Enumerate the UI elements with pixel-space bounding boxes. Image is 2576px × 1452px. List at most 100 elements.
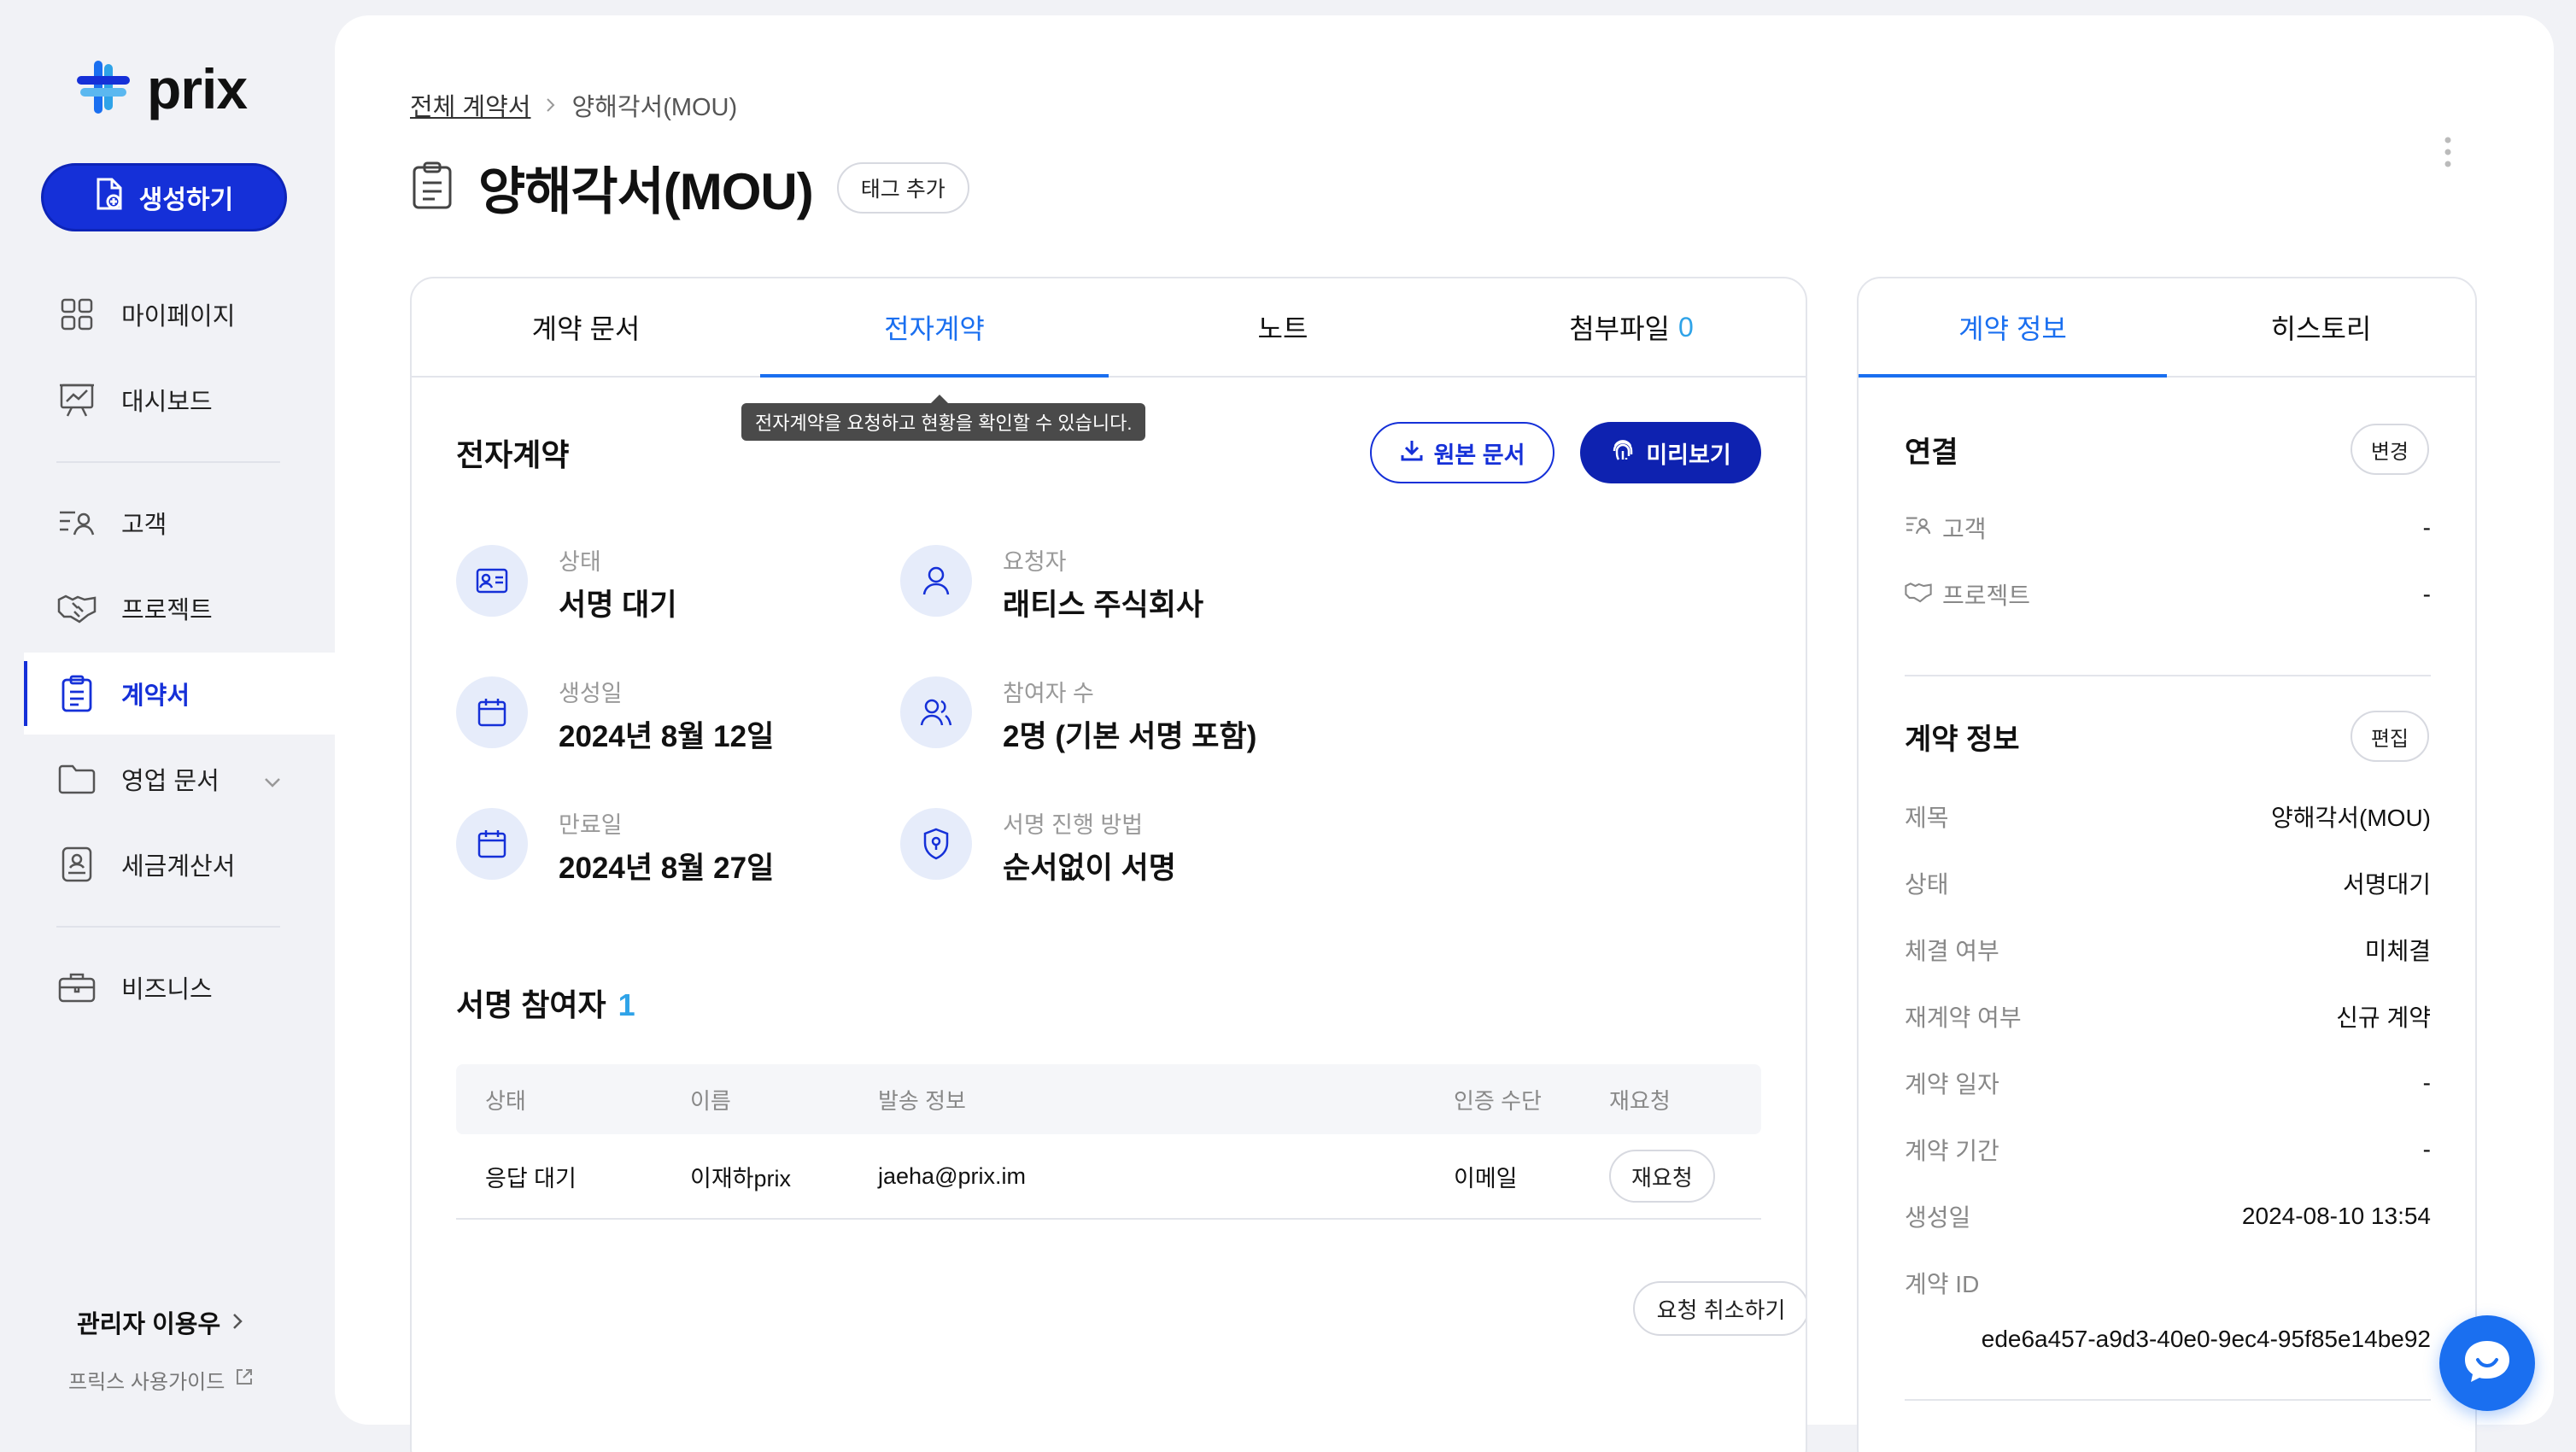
status-value: 서명 대기 — [559, 588, 677, 622]
participants-value: 2명 (기본 서명 포함) — [1003, 720, 1257, 753]
row-key: 계약 기간 — [1905, 1138, 1999, 1164]
e-contract-panel: 계약 문서 전자계약 노트 첨부파일 0 전자계약을 요청하고 현황을 확인할 수… — [410, 277, 1807, 1452]
sidebar-item-label: 프로젝트 — [121, 597, 213, 624]
brand-name: prix — [147, 57, 248, 120]
sidebar-item-mypage[interactable]: 마이페이지 — [24, 273, 335, 355]
info-row-title: 제목 양해각서(MOU) — [1905, 798, 2431, 835]
row-value: - — [2422, 581, 2431, 607]
sidebar-item-label: 고객 — [121, 512, 167, 539]
change-link-button[interactable]: 변경 — [2350, 424, 2429, 475]
row-key-label: 프로젝트 — [1942, 583, 2031, 609]
more-options-icon[interactable] — [2441, 135, 2455, 173]
presentation-chart-icon — [56, 379, 97, 420]
info-row-concluded: 체결 여부 미체결 — [1905, 931, 2431, 969]
tab-contract-info[interactable]: 계약 정보 — [1859, 278, 2167, 378]
column-header-name: 이름 — [690, 1087, 731, 1114]
breadcrumb-root-link[interactable]: 전체 계약서 — [410, 87, 530, 123]
calendar-icon — [456, 676, 528, 748]
contract-id-value: ede6a457-a9d3-40e0-9ec4-95f85e14be92 — [1981, 1326, 2431, 1352]
add-tag-button[interactable]: 태그 추가 — [836, 161, 969, 214]
signers-title-label: 서명 참여자 — [456, 987, 606, 1022]
sidebar-item-contracts[interactable]: 계약서 — [24, 653, 335, 735]
cancel-request-button[interactable]: 요청 취소하기 — [1633, 1281, 1806, 1336]
requester-label: 요청자 — [1003, 549, 1067, 575]
tab-label: 전자계약 — [884, 313, 985, 344]
signers-count: 1 — [618, 987, 635, 1022]
participants-info: 참여자 수 2명 (기본 서명 포함) — [900, 670, 1344, 755]
column-header-auth: 인증 수단 — [1454, 1087, 1542, 1114]
tab-history[interactable]: 히스토리 — [2167, 278, 2475, 376]
row-key: 상태 — [1905, 871, 1949, 898]
info-row-contract-id-label: 계약 ID — [1905, 1264, 2431, 1302]
tab-contract-document[interactable]: 계약 문서 — [412, 278, 760, 376]
grid-icon — [56, 294, 97, 335]
sidebar-item-business[interactable]: 비즈니스 — [24, 946, 335, 1028]
resend-button[interactable]: 재요청 — [1609, 1150, 1715, 1203]
sidebar-item-label: 비즈니스 — [121, 976, 213, 1004]
status-label: 상태 — [559, 549, 601, 575]
created-label: 생성일 — [559, 681, 623, 706]
linked-project-row: 프로젝트 - — [1905, 576, 2431, 613]
prix-logo-icon — [75, 59, 132, 120]
section-divider — [1905, 1399, 2431, 1401]
user-icon — [900, 545, 972, 617]
user-guide-link[interactable]: 프릭스 사용가이드 — [68, 1365, 254, 1395]
created-date-info: 생성일 2024년 8월 12일 — [456, 670, 900, 755]
sidebar-item-tax-invoices[interactable]: 세금계산서 — [24, 823, 335, 905]
sign-method-value: 순서없이 서명 — [1003, 852, 1176, 885]
resend-cell: 재요청 — [1609, 1134, 1715, 1218]
original-document-button[interactable]: 원본 문서 — [1370, 422, 1554, 483]
tab-notes[interactable]: 노트 — [1109, 278, 1457, 376]
table-row: 응답 대기 이재하prix jaeha@prix.im 이메일 재요청 — [456, 1134, 1761, 1220]
id-card-icon — [456, 545, 528, 617]
row-key-label: 고객 — [1942, 516, 1987, 542]
column-header-status: 상태 — [485, 1087, 526, 1114]
info-section-title: 계약 정보 — [1905, 723, 2020, 756]
info-row-status: 상태 서명대기 — [1905, 864, 2431, 902]
chevron-right-icon — [232, 1309, 243, 1337]
row-key: 프로젝트 — [1905, 577, 2030, 612]
edit-info-button[interactable]: 편집 — [2350, 711, 2429, 762]
title-row: 양해각서(MOU) 태그 추가 — [410, 150, 969, 225]
sidebar-item-label: 마이페이지 — [121, 303, 236, 331]
sidebar-item-sales-docs[interactable]: 영업 문서 — [24, 738, 335, 820]
tab-e-contract[interactable]: 전자계약 — [760, 278, 1109, 378]
contract-info-panel: 계약 정보 히스토리 연결 변경 고객 - 프로젝트 - 계약 정보 편집 제목… — [1857, 277, 2477, 1452]
expiry-value: 2024년 8월 27일 — [559, 852, 775, 885]
document-tabs: 계약 문서 전자계약 노트 첨부파일 0 — [412, 278, 1806, 378]
requester-value: 래티스 주식회사 — [1003, 588, 1204, 622]
tab-attachments[interactable]: 첨부파일 0 — [1457, 278, 1806, 376]
created-value: 2024년 8월 12일 — [559, 720, 775, 753]
sign-method-info: 서명 진행 방법 순서없이 서명 — [900, 801, 1344, 887]
chevron-right-icon — [546, 91, 556, 120]
users-icon — [900, 676, 972, 748]
sidebar-item-label: 계약서 — [121, 682, 190, 710]
handshake-icon — [1905, 580, 1932, 610]
chevron-down-icon[interactable] — [263, 767, 282, 795]
create-button[interactable]: 생성하기 — [41, 163, 287, 231]
info-tabs: 계약 정보 히스토리 — [1859, 278, 2475, 378]
tab-label: 첨부파일 — [1569, 313, 1670, 344]
info-row-period: 계약 기간 - — [1905, 1131, 2431, 1168]
sidebar-item-projects[interactable]: 프로젝트 — [24, 567, 335, 649]
customer-list-icon — [56, 502, 97, 543]
info-row-renewal: 재계약 여부 신규 계약 — [1905, 998, 2431, 1035]
section-divider — [1905, 675, 2431, 676]
receipt-icon — [56, 844, 97, 885]
column-header-delivery: 발송 정보 — [878, 1087, 966, 1114]
chat-support-button[interactable] — [2439, 1315, 2535, 1411]
clipboard-icon — [410, 161, 454, 214]
sidebar-item-customers[interactable]: 고객 — [24, 482, 335, 564]
e-contract-title: 전자계약 — [456, 437, 570, 472]
tab-label: 계약 정보 — [1958, 313, 2067, 344]
sidebar-item-dashboard[interactable]: 대시보드 — [24, 359, 335, 441]
signer-email: jaeha@prix.im — [878, 1162, 1026, 1189]
preview-button[interactable]: 미리보기 — [1580, 422, 1761, 483]
admin-account-link[interactable]: 관리자 이용우 — [77, 1304, 243, 1340]
sidebar: prix 생성하기 마이페이지 대시보드 고객 프로젝트 계약서 영업 문서 세… — [0, 0, 335, 1452]
logo[interactable]: prix — [75, 56, 248, 121]
link-section-title: 연결 — [1905, 436, 1958, 469]
signer-auth-method: 이메일 — [1454, 1165, 1518, 1191]
tab-label: 노트 — [1257, 313, 1308, 344]
row-key: 생성일 — [1905, 1204, 1971, 1231]
